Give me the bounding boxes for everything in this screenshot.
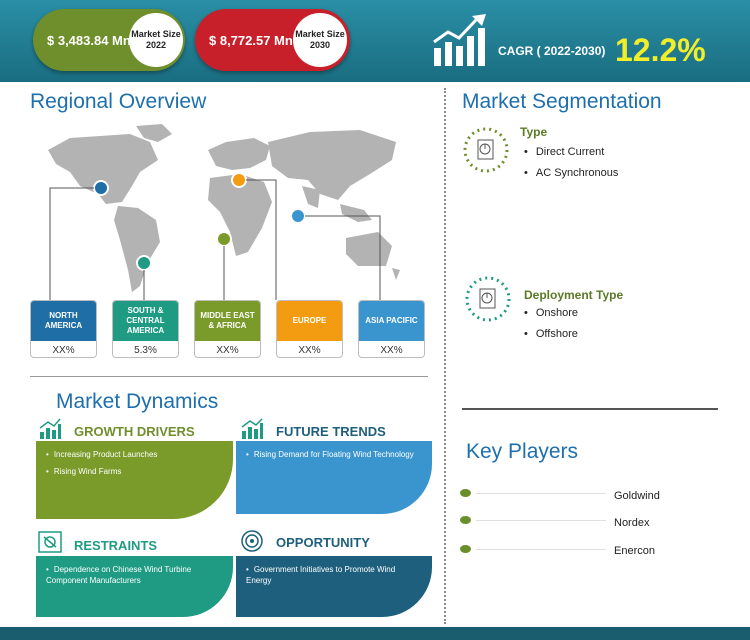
region-value-middle-east-africa: XX% <box>216 344 239 356</box>
bar-chart-icon <box>39 418 61 439</box>
restraint-item: Dependence on Chinese Wind Turbine Compo… <box>46 564 223 586</box>
key-players-title: Key Players <box>466 440 579 463</box>
cagr-value: 12.2% <box>615 32 706 68</box>
regional-overview-title: Regional Overview <box>30 90 207 113</box>
opportunity-heading: OPPORTUNITY <box>276 535 370 550</box>
player-divider <box>476 520 606 521</box>
segment-deployment-item: Offshore <box>524 328 578 340</box>
restraints-heading: RESTRAINTS <box>74 538 158 553</box>
restraints-icon <box>38 531 62 553</box>
future-trends-card: Rising Demand for Floating Wind Technolo… <box>236 441 432 514</box>
segment-deployment-heading: Deployment Type <box>524 288 624 302</box>
region-value-europe: XX% <box>298 344 321 356</box>
segment-deployment-item: Onshore <box>524 307 578 319</box>
market-size-2030-label: Market Size 2030 <box>293 13 347 67</box>
bullet-dot <box>460 516 471 524</box>
opportunity-item: Government Initiatives to Promote Wind E… <box>246 564 422 586</box>
trend-chart-icon <box>241 418 263 439</box>
region-card-south-central-america: SOUTH & CENTRAL AMERICA 5.3% <box>112 300 179 358</box>
growth-drivers-card: Increasing Product Launches Rising Wind … <box>36 441 233 519</box>
key-player-nordex: Nordex <box>614 517 650 529</box>
market-dynamics-title: Market Dynamics <box>56 390 219 413</box>
segment-type-heading: Type <box>520 125 548 139</box>
world-map <box>48 124 400 300</box>
cagr-label: CAGR ( 2022-2030) <box>498 44 606 58</box>
segment-type-item: AC Synchronous <box>524 167 619 179</box>
growth-chart-icon <box>433 14 486 66</box>
section-divider <box>30 376 428 377</box>
future-trends-heading: FUTURE TRENDS <box>276 424 386 439</box>
region-card-europe: EUROPE XX% <box>276 300 343 358</box>
region-card-north-america: NORTH AMERICA XX% <box>30 300 97 358</box>
footer-bar <box>0 627 750 640</box>
region-label-middle-east-africa: MIDDLE EAST & AFRICA <box>195 301 260 341</box>
player-divider <box>476 549 606 550</box>
column-divider <box>444 88 446 624</box>
region-value-north-america: XX% <box>52 344 75 356</box>
region-label-south-central-america: SOUTH & CENTRAL AMERICA <box>113 301 178 341</box>
region-label-europe: EUROPE <box>277 301 342 341</box>
key-player-goldwind: Goldwind <box>614 490 660 502</box>
market-size-2022-pill: $ 3,483.84 Mn Market Size 2022 <box>33 9 185 71</box>
region-card-asia-pacific: ASIA PACIFIC XX% <box>358 300 425 358</box>
market-size-2030-pill: $ 8,772.57 Mn Market Size 2030 <box>195 9 350 71</box>
growth-driver-item: Rising Wind Farms <box>46 466 223 477</box>
bullet-dot <box>460 545 471 553</box>
region-card-middle-east-africa: MIDDLE EAST & AFRICA XX% <box>194 300 261 358</box>
document-chart-icon <box>465 276 511 322</box>
target-icon <box>241 530 263 552</box>
restraints-card: Dependence on Chinese Wind Turbine Compo… <box>36 556 233 617</box>
key-player-enercon: Enercon <box>614 545 655 557</box>
segment-type-item: Direct Current <box>524 146 604 158</box>
bullet-dot <box>460 489 471 497</box>
region-value-asia-pacific: XX% <box>380 344 403 356</box>
region-label-north-america: NORTH AMERICA <box>31 301 96 341</box>
segmentation-divider <box>462 408 718 410</box>
future-trend-item: Rising Demand for Floating Wind Technolo… <box>246 449 422 460</box>
market-segmentation-title: Market Segmentation <box>462 90 662 113</box>
market-size-2030-value: $ 8,772.57 Mn <box>209 32 293 48</box>
document-chart-icon <box>463 127 509 173</box>
growth-driver-item: Increasing Product Launches <box>46 449 223 460</box>
market-size-2022-label: Market Size 2022 <box>129 13 183 67</box>
region-label-asia-pacific: ASIA PACIFIC <box>359 301 424 341</box>
growth-drivers-heading: GROWTH DRIVERS <box>74 424 195 439</box>
opportunity-card: Government Initiatives to Promote Wind E… <box>236 556 432 617</box>
region-value-south-central-america: 5.3% <box>134 344 157 356</box>
market-size-2022-value: $ 3,483.84 Mn <box>47 32 131 48</box>
player-divider <box>476 493 606 494</box>
